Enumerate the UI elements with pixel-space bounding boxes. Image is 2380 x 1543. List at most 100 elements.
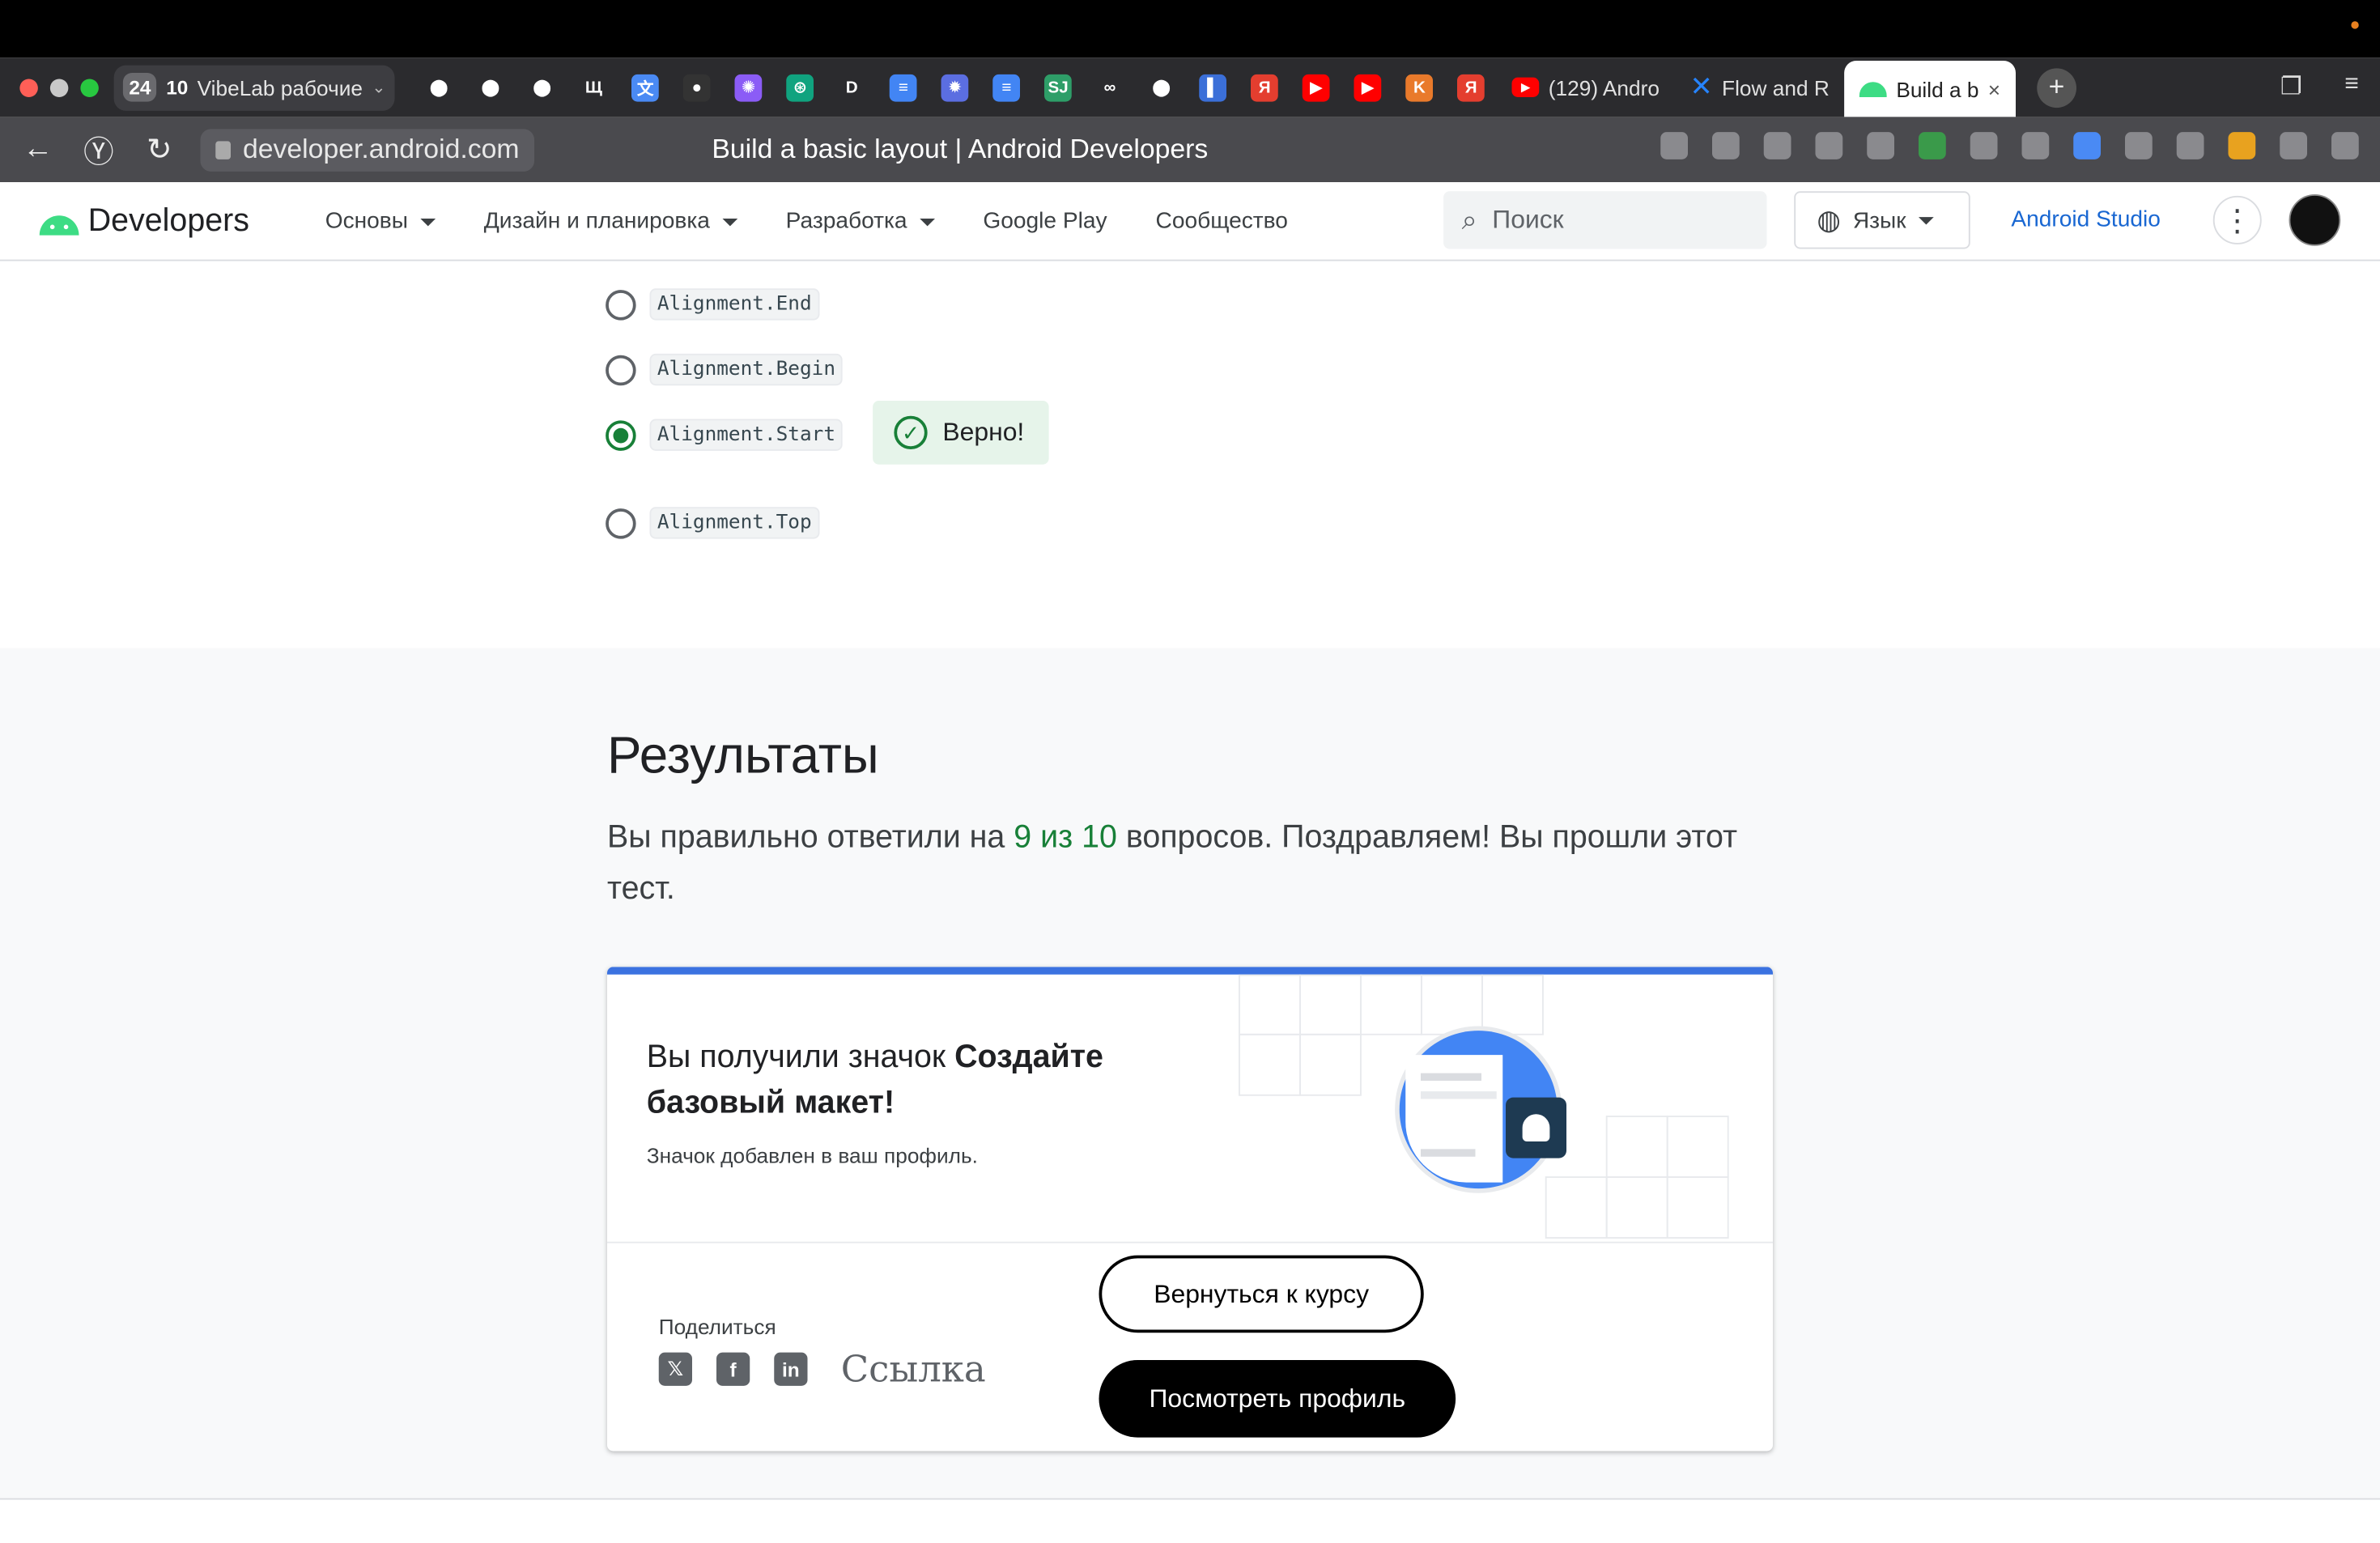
developers-logo[interactable]: Developers — [39, 202, 249, 239]
sj-icon: SJ — [1044, 73, 1073, 101]
quiz-option[interactable]: Alignment.End — [606, 288, 820, 321]
pinned-tab[interactable]: Щ — [568, 65, 620, 110]
pinned-tab[interactable]: ▶ — [1342, 65, 1394, 110]
tab-group[interactable]: 24 10 VibeLab рабочие ⌄ — [113, 64, 395, 110]
yandex-home-icon[interactable]: Ⓨ — [76, 128, 121, 172]
logo-text: Developers — [87, 202, 249, 238]
lt-extension-icon[interactable] — [1970, 132, 1998, 159]
tab-youtube[interactable]: ▶ (129) Andro — [1497, 65, 1675, 110]
quiz-option[interactable]: Alignment.Top — [606, 507, 820, 539]
view-profile-button[interactable]: Посмотреть профиль — [1099, 1360, 1456, 1438]
share-link[interactable]: Ссылка — [841, 1348, 986, 1391]
close-window-button[interactable] — [19, 78, 38, 97]
radio-button-selected[interactable] — [606, 419, 636, 450]
pinned-tab[interactable]: ⬤ — [413, 65, 465, 110]
badge-card: Вы получили значок Создайте базовый маке… — [607, 967, 1773, 1452]
pinned-tab[interactable]: D — [826, 65, 878, 110]
back-to-course-button[interactable]: Вернуться к курсу — [1099, 1255, 1424, 1333]
results-section: Результаты Вы правильно ответили на 9 из… — [0, 648, 2380, 1498]
nav-item-label: Разработка — [785, 207, 907, 234]
nav-item[interactable]: Google Play — [983, 208, 1107, 234]
pinned-tab[interactable]: SJ — [1032, 65, 1084, 110]
feedback-text: Верно! — [942, 417, 1025, 447]
download-icon[interactable] — [2331, 132, 2359, 159]
quiz-option-selected[interactable]: Alignment.Start — [606, 419, 844, 451]
caret-down-icon — [419, 218, 436, 226]
option-label: Alignment.Start — [649, 419, 844, 451]
yandex-icon: Я — [1251, 73, 1279, 101]
pinned-tab[interactable]: ⬤ — [516, 65, 568, 110]
option-label: Alignment.Begin — [649, 353, 844, 386]
url-field[interactable]: developer.android.com — [200, 128, 535, 171]
new-tab-button[interactable]: + — [2037, 67, 2076, 108]
tab-overview-icon[interactable]: ❐ — [2280, 71, 2302, 102]
x-twitter-icon[interactable]: 𝕏 — [658, 1352, 692, 1386]
translate-icon[interactable] — [1815, 132, 1843, 159]
option-label: Alignment.Top — [649, 507, 820, 539]
nav-item[interactable]: Сообщество — [1156, 208, 1288, 234]
nl-extension-icon[interactable] — [2125, 132, 2153, 159]
language-selector[interactable]: ◍ Язык — [1794, 191, 1970, 249]
facebook-icon[interactable]: f — [716, 1352, 750, 1386]
shield-icon[interactable] — [1919, 132, 1946, 159]
youtube-icon: ▶ — [1354, 73, 1382, 101]
maximize-window-button[interactable] — [80, 78, 99, 97]
radio-button[interactable] — [606, 289, 636, 320]
pinned-tab[interactable]: 文 — [619, 65, 671, 110]
tab-group-count: 24 — [122, 73, 158, 102]
score-value: 9 из 10 — [1014, 819, 1117, 855]
battery-icon[interactable] — [2228, 132, 2256, 159]
pinned-tab[interactable]: ● — [671, 65, 723, 110]
pinned-tab[interactable]: Я — [1445, 65, 1497, 110]
pinned-tab[interactable]: ▌ — [1188, 65, 1239, 110]
reload-icon[interactable]: ↻ — [137, 130, 182, 168]
purple-star-icon: ✺ — [734, 73, 763, 101]
browser-tab-bar: 24 10 VibeLab рабочие ⌄ ⬤ ⬤ ⬤ Щ 文 ● ✺ ⊛ D ≡ ✹ ≡ SJ ∞ ⬤… — [0, 57, 2380, 118]
menu-bar — [0, 0, 2380, 58]
summary-prefix: Вы правильно ответили на — [607, 819, 1014, 855]
quiz-option[interactable]: Alignment.Begin — [606, 353, 844, 386]
window-controls — [19, 78, 99, 97]
minimize-window-button[interactable] — [49, 78, 69, 97]
android-studio-link[interactable]: Android Studio — [2011, 206, 2161, 232]
google-translate-icon[interactable] — [2073, 132, 2101, 159]
pinned-tab[interactable]: ⊛ — [775, 65, 827, 110]
nav-item-label: Сообщество — [1155, 207, 1288, 234]
page-title: Build a basic layout | Android Developer… — [712, 134, 1209, 164]
radio-button[interactable] — [606, 354, 636, 385]
reader-icon[interactable] — [1763, 132, 1791, 159]
recording-indicator — [2351, 21, 2359, 29]
tab-flow[interactable]: ✕ Flow and R — [1675, 65, 1845, 110]
linkedin-icon[interactable]: in — [774, 1352, 808, 1386]
github-icon: ⬤ — [1152, 79, 1171, 98]
extension-icon[interactable] — [2021, 132, 2050, 159]
radio-button[interactable] — [606, 508, 636, 538]
avatar[interactable] — [2289, 194, 2341, 246]
bookmark-icon[interactable] — [1867, 132, 1894, 159]
pinned-tab[interactable]: ✹ — [929, 65, 981, 110]
pinned-tab[interactable]: K — [1394, 65, 1446, 110]
pinned-tab[interactable]: Я — [1239, 65, 1290, 110]
pinned-tab[interactable]: ▶ — [1290, 65, 1342, 110]
tab-active[interactable]: Build a b × — [1844, 60, 2016, 118]
sidebar-icon[interactable] — [2280, 132, 2307, 159]
close-tab-icon[interactable]: × — [1988, 77, 2000, 101]
nav-item[interactable]: Дизайн и планировка — [484, 208, 737, 234]
pinned-tab[interactable]: ≡ — [878, 65, 929, 110]
pinned-tab[interactable]: ∞ — [1084, 65, 1136, 110]
search-input[interactable]: ⌕ Поиск — [1443, 191, 1767, 249]
nav-item[interactable]: Разработка — [786, 208, 935, 234]
screenshot-icon[interactable] — [2176, 132, 2204, 159]
tab-label: (129) Andro — [1548, 74, 1660, 100]
pinned-tab[interactable]: ≡ — [981, 65, 1033, 110]
pinned-tab[interactable]: ✺ — [723, 65, 775, 110]
kotlin-icon: K — [1405, 73, 1434, 101]
pinned-tab[interactable]: ⬤ — [465, 65, 516, 110]
menu-icon[interactable]: ≡ — [2344, 71, 2359, 102]
apps-icon[interactable] — [1660, 132, 1688, 159]
nav-item[interactable]: Основы — [325, 208, 436, 234]
pinned-tab[interactable]: ⬤ — [1136, 65, 1188, 110]
more-options-icon[interactable]: ⋮ — [2212, 195, 2262, 244]
copy-icon[interactable] — [1712, 132, 1740, 159]
back-icon[interactable]: ← — [15, 132, 61, 167]
